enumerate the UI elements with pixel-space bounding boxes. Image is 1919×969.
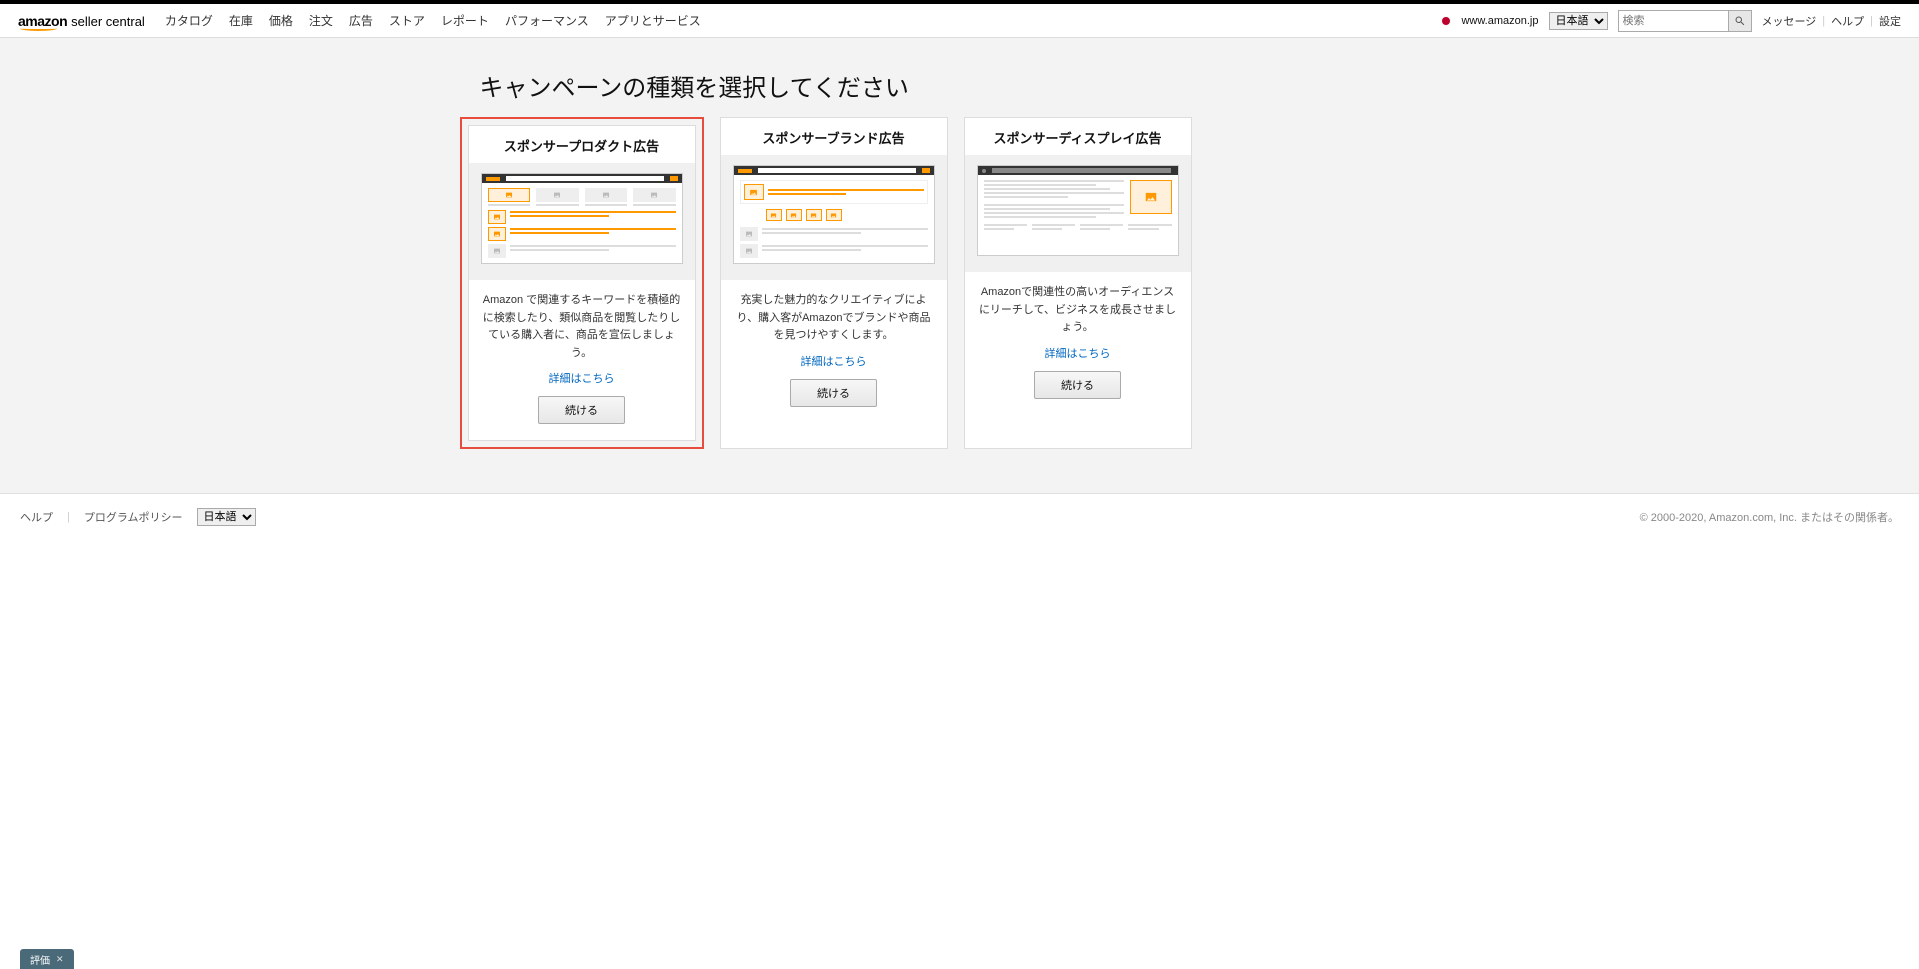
image-icon xyxy=(493,230,501,238)
nav-orders[interactable]: 注文 xyxy=(309,12,333,29)
card-title: スポンサーディスプレイ広告 xyxy=(965,118,1191,155)
card-sponsored-products[interactable]: スポンサープロダクト広告 xyxy=(468,125,696,441)
nav-performance[interactable]: パフォーマンス xyxy=(505,12,589,29)
search-wrap xyxy=(1618,10,1752,32)
image-icon xyxy=(749,188,758,197)
campaign-cards: スポンサープロダクト広告 xyxy=(460,117,1460,449)
header-links: メッセージ | ヘルプ | 設定 xyxy=(1762,13,1902,29)
continue-button[interactable]: 続ける xyxy=(1034,371,1121,399)
preview-header xyxy=(734,166,934,175)
logo[interactable]: amazon seller central xyxy=(18,13,145,29)
divider: | xyxy=(1870,15,1873,27)
image-icon xyxy=(493,247,501,255)
image-icon xyxy=(650,191,658,199)
preview-logo-icon xyxy=(486,177,500,181)
preview-body xyxy=(482,183,682,263)
preview-box xyxy=(733,165,935,264)
link-settings[interactable]: 設定 xyxy=(1879,13,1901,29)
image-icon xyxy=(830,212,837,219)
search-button[interactable] xyxy=(1728,10,1752,32)
language-select[interactable]: 日本語 xyxy=(1549,12,1608,30)
feedback-label: 評価 xyxy=(30,952,50,967)
preview-search-btn xyxy=(670,176,678,181)
footer-left: ヘルプ | プログラムポリシー 日本語 xyxy=(20,508,256,526)
preview-body xyxy=(734,175,934,263)
footer-policy-link[interactable]: プログラムポリシー xyxy=(84,509,183,525)
image-icon xyxy=(1144,190,1158,204)
preview-search-bar xyxy=(506,176,664,181)
nav-advertising[interactable]: 広告 xyxy=(349,12,373,29)
divider: | xyxy=(1822,15,1825,27)
divider: | xyxy=(67,511,70,523)
image-icon xyxy=(745,230,753,238)
nav-reports[interactable]: レポート xyxy=(441,12,489,29)
card-preview xyxy=(965,155,1191,272)
card-title: スポンサープロダクト広告 xyxy=(469,126,695,163)
nav-apps[interactable]: アプリとサービス xyxy=(605,12,701,29)
card-preview xyxy=(469,163,695,280)
preview-box xyxy=(481,173,683,264)
card-description: 充実した魅力的なクリエイティブにより、購入客がAmazonでブランドや商品を見つ… xyxy=(721,280,947,351)
preview-body xyxy=(978,175,1178,255)
link-messages[interactable]: メッセージ xyxy=(1762,13,1817,29)
image-icon xyxy=(810,212,817,219)
header-right: www.amazon.jp 日本語 メッセージ | ヘルプ | 設定 xyxy=(1441,10,1901,32)
card-learn-more-link[interactable]: 詳細はこちら xyxy=(965,343,1191,371)
preview-dot-icon xyxy=(982,169,986,173)
flag-japan-icon xyxy=(1441,16,1451,26)
card-sponsored-brands[interactable]: スポンサーブランド広告 xyxy=(720,117,948,449)
nav-pricing[interactable]: 価格 xyxy=(269,12,293,29)
link-help[interactable]: ヘルプ xyxy=(1831,13,1864,29)
feedback-tab[interactable]: 評価 ✕ xyxy=(20,949,74,969)
card-learn-more-link[interactable]: 詳細はこちら xyxy=(469,368,695,396)
footer-help-link[interactable]: ヘルプ xyxy=(20,509,53,525)
image-icon xyxy=(553,191,561,199)
preview-logo-icon xyxy=(738,169,752,173)
image-icon xyxy=(493,213,501,221)
card-description: Amazon で関連するキーワードを積極的に検索したり、類似商品を閲覧したりして… xyxy=(469,280,695,368)
footer-copyright: © 2000-2020, Amazon.com, Inc. またはその関係者。 xyxy=(1640,509,1899,525)
footer: ヘルプ | プログラムポリシー 日本語 © 2000-2020, Amazon.… xyxy=(0,493,1919,540)
nav-inventory[interactable]: 在庫 xyxy=(229,12,253,29)
continue-button[interactable]: 続ける xyxy=(538,396,625,424)
card-title: スポンサーブランド広告 xyxy=(721,118,947,155)
search-icon xyxy=(1734,15,1746,27)
image-icon xyxy=(602,191,610,199)
card-preview xyxy=(721,155,947,280)
search-input[interactable] xyxy=(1618,10,1728,32)
footer-language-select[interactable]: 日本語 xyxy=(197,508,256,526)
highlight-box: スポンサープロダクト広告 xyxy=(460,117,704,449)
image-icon xyxy=(505,191,513,199)
marketplace-label[interactable]: www.amazon.jp xyxy=(1461,15,1538,27)
logo-amazon: amazon xyxy=(18,13,67,29)
image-icon xyxy=(790,212,797,219)
image-icon xyxy=(745,247,753,255)
preview-search-bar xyxy=(758,168,916,173)
page-body: キャンペーンの種類を選択してください スポンサープロダクト広告 xyxy=(0,38,1919,493)
preview-bar xyxy=(992,168,1171,173)
preview-search-btn xyxy=(922,168,930,173)
page-title: キャンペーンの種類を選択してください xyxy=(480,68,1460,103)
logo-seller-central: seller central xyxy=(71,14,145,29)
nav-catalog[interactable]: カタログ xyxy=(165,12,213,29)
preview-header xyxy=(482,174,682,183)
preview-box xyxy=(977,165,1179,256)
nav-stores[interactable]: ストア xyxy=(389,12,425,29)
card-learn-more-link[interactable]: 詳細はこちら xyxy=(721,351,947,379)
image-icon xyxy=(770,212,777,219)
content: キャンペーンの種類を選択してください スポンサープロダクト広告 xyxy=(460,38,1460,449)
card-sponsored-display[interactable]: スポンサーディスプレイ広告 xyxy=(964,117,1192,449)
card-description: Amazonで関連性の高いオーディエンスにリーチして、ビジネスを成長させましょう… xyxy=(965,272,1191,343)
preview-header xyxy=(978,166,1178,175)
close-icon[interactable]: ✕ xyxy=(56,954,64,965)
main-nav: カタログ 在庫 価格 注文 広告 ストア レポート パフォーマンス アプリとサー… xyxy=(165,12,701,29)
continue-button[interactable]: 続ける xyxy=(790,379,877,407)
header: amazon seller central カタログ 在庫 価格 注文 広告 ス… xyxy=(0,4,1919,38)
